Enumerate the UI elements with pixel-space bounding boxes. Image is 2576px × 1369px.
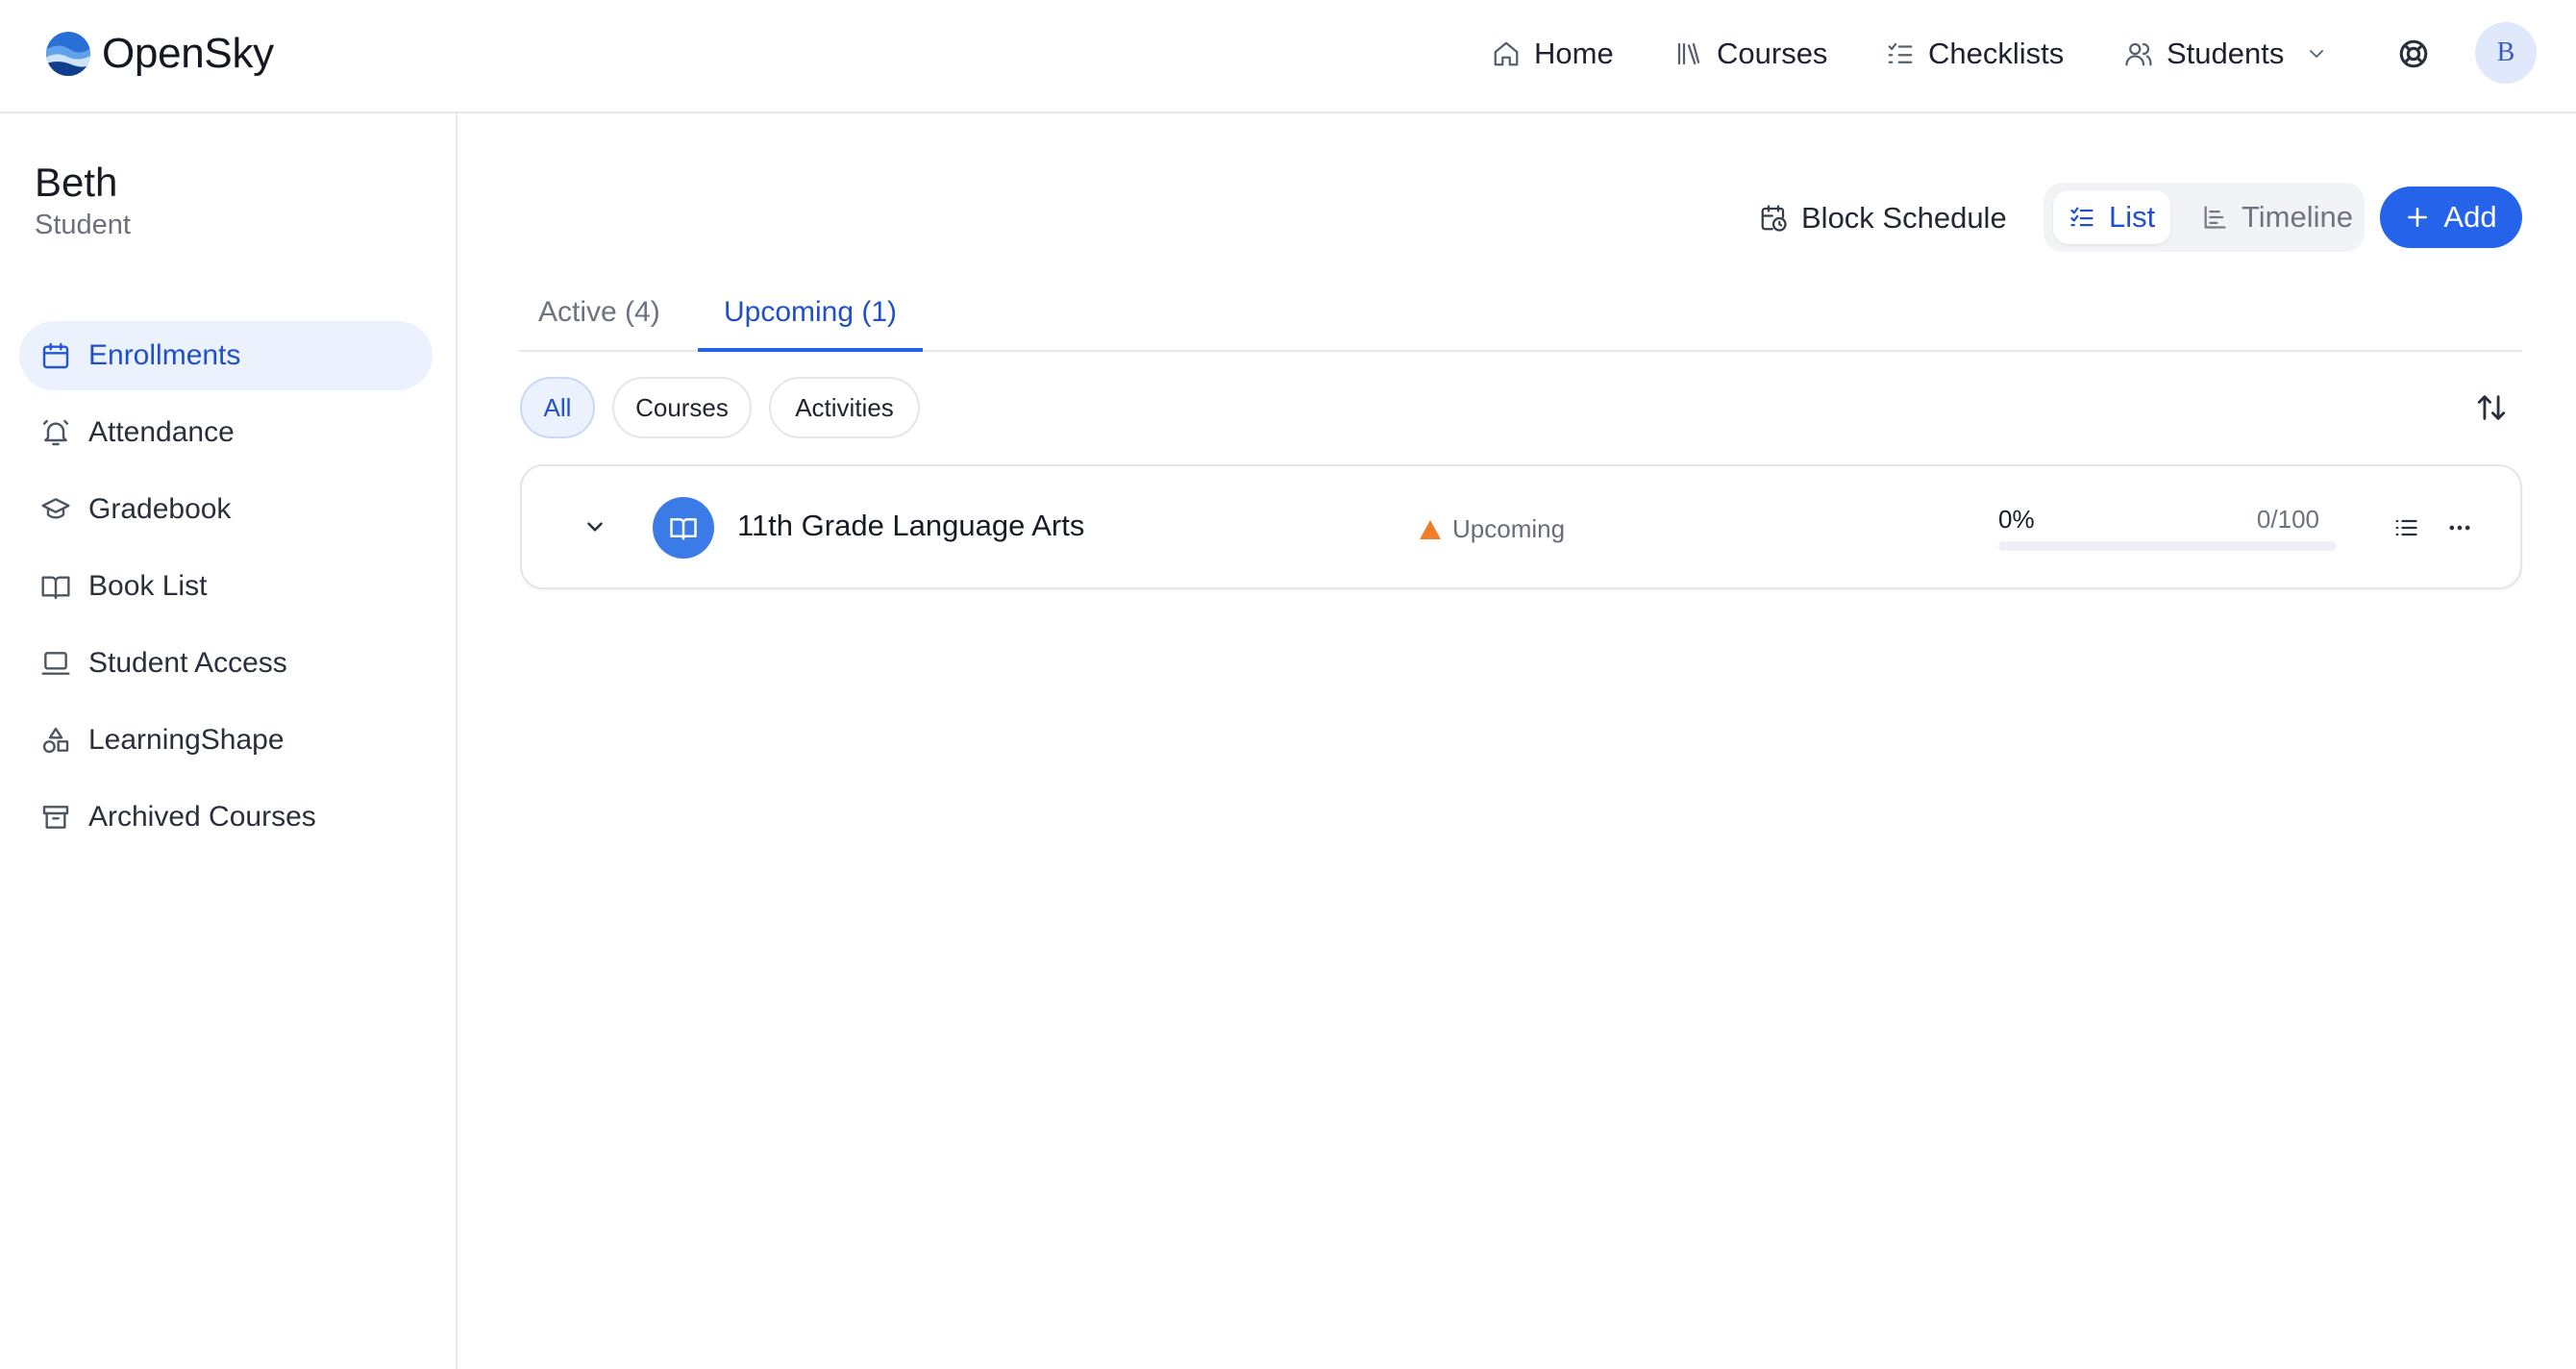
chevron-down-icon (2310, 50, 2324, 58)
add-label: Add (2443, 200, 2497, 234)
list-check-icon (2070, 207, 2093, 227)
nav-courses-label: Courses (1717, 37, 1828, 70)
course-details-button[interactable] (2387, 509, 2425, 547)
sidebar-item-label: Gradebook (88, 493, 232, 525)
sidebar-item-label: Book List (88, 570, 208, 602)
sidebar-item-label: Attendance (88, 416, 235, 448)
view-timeline-label: Timeline (2242, 200, 2353, 234)
nav-home-label: Home (1534, 37, 1614, 70)
sidebar-item-label: LearningShape (88, 724, 285, 756)
view-toggle: List Timeline (2043, 183, 2365, 252)
sidebar-item-student-access[interactable]: Student Access (19, 629, 433, 698)
open-book-icon (41, 576, 70, 600)
shapes-icon (42, 727, 69, 754)
block-schedule-button[interactable]: Block Schedule (1759, 194, 2007, 242)
plus-icon (2408, 208, 2428, 227)
progress-percent: 0% (1998, 505, 2035, 534)
home-icon (1494, 41, 1519, 66)
view-list-button[interactable]: List (2053, 190, 2171, 244)
filter-activities-chip[interactable]: Activities (769, 377, 920, 438)
warning-triangle-icon (1420, 519, 1441, 539)
status-badge: Upcoming (1420, 514, 1565, 544)
books-icon (1677, 42, 1700, 65)
sidebar-item-label: Archived Courses (88, 801, 316, 833)
tab-upcoming[interactable]: Upcoming (1) (698, 286, 923, 352)
nav-students-dropdown[interactable]: Students (2124, 29, 2328, 79)
users-icon (2125, 42, 2152, 66)
sidebar-item-archived-courses[interactable]: Archived Courses (19, 783, 433, 852)
brand-name: OpenSky (102, 30, 274, 77)
course-icon (653, 497, 714, 559)
opensky-logo-icon (46, 32, 90, 76)
sidebar-item-book-list[interactable]: Book List (19, 552, 433, 621)
sidebar-item-enrollments[interactable]: Enrollments (19, 321, 433, 390)
nav-checklists[interactable]: Checklists (1886, 29, 2064, 79)
ellipsis-icon (2449, 525, 2470, 531)
student-name: Beth (35, 160, 118, 205)
sidebar: Beth Student Enrollments Attendance Grad… (0, 113, 458, 1369)
progress-score: 0/100 (2256, 505, 2319, 534)
student-role: Student (35, 210, 131, 240)
sort-arrows-icon (2477, 395, 2506, 420)
list-icon (2395, 519, 2417, 536)
open-book-icon (670, 518, 697, 540)
nav-students-label: Students (2167, 37, 2285, 70)
expand-course-button[interactable] (576, 508, 614, 546)
more-options-button[interactable] (2440, 509, 2479, 547)
bell-icon (42, 419, 69, 446)
nav-checklists-label: Checklists (1928, 37, 2065, 70)
filter-courses-chip[interactable]: Courses (612, 377, 752, 438)
progress-bar (1998, 541, 2337, 551)
add-button[interactable]: Add (2380, 187, 2522, 248)
chevron-down-icon (587, 522, 603, 532)
calendar-icon (42, 342, 69, 369)
block-schedule-label: Block Schedule (1801, 201, 2007, 235)
user-avatar[interactable]: B (2475, 22, 2537, 84)
timeline-icon (2204, 206, 2226, 229)
tab-active[interactable]: Active (4) (538, 286, 660, 352)
sort-button[interactable] (2472, 388, 2511, 427)
laptop-icon (41, 652, 70, 675)
view-timeline-button[interactable]: Timeline (2186, 190, 2368, 244)
opensky-logo[interactable]: OpenSky (44, 27, 274, 81)
sidebar-item-label: Enrollments (88, 339, 241, 371)
checklist-icon (1888, 42, 1913, 63)
status-label: Upcoming (1452, 514, 1566, 543)
nav-courses[interactable]: Courses (1674, 29, 1827, 79)
enrollment-tabs: Active (4) Upcoming (1) (519, 286, 2522, 352)
course-title[interactable]: 11th Grade Language Arts (737, 509, 1084, 543)
calendar-clock-icon (1761, 205, 1787, 232)
course-card: 11th Grade Language Arts Upcoming 0% 0/1… (520, 464, 2522, 589)
filter-all-chip[interactable]: All (520, 377, 595, 438)
sidebar-item-label: Student Access (88, 647, 287, 679)
sidebar-item-learningshape[interactable]: LearningShape (19, 706, 433, 775)
sidebar-item-gradebook[interactable]: Gradebook (19, 475, 433, 544)
archive-icon (42, 806, 69, 829)
help-button[interactable] (2393, 34, 2434, 74)
nav-home[interactable]: Home (1492, 29, 1614, 79)
graduation-cap-icon (41, 498, 70, 519)
top-navigation-bar: OpenSky Home Courses Checklists Students… (0, 0, 2576, 113)
view-list-label: List (2109, 200, 2156, 234)
lifebuoy-icon (2399, 39, 2428, 68)
sidebar-item-attendance[interactable]: Attendance (19, 398, 433, 467)
